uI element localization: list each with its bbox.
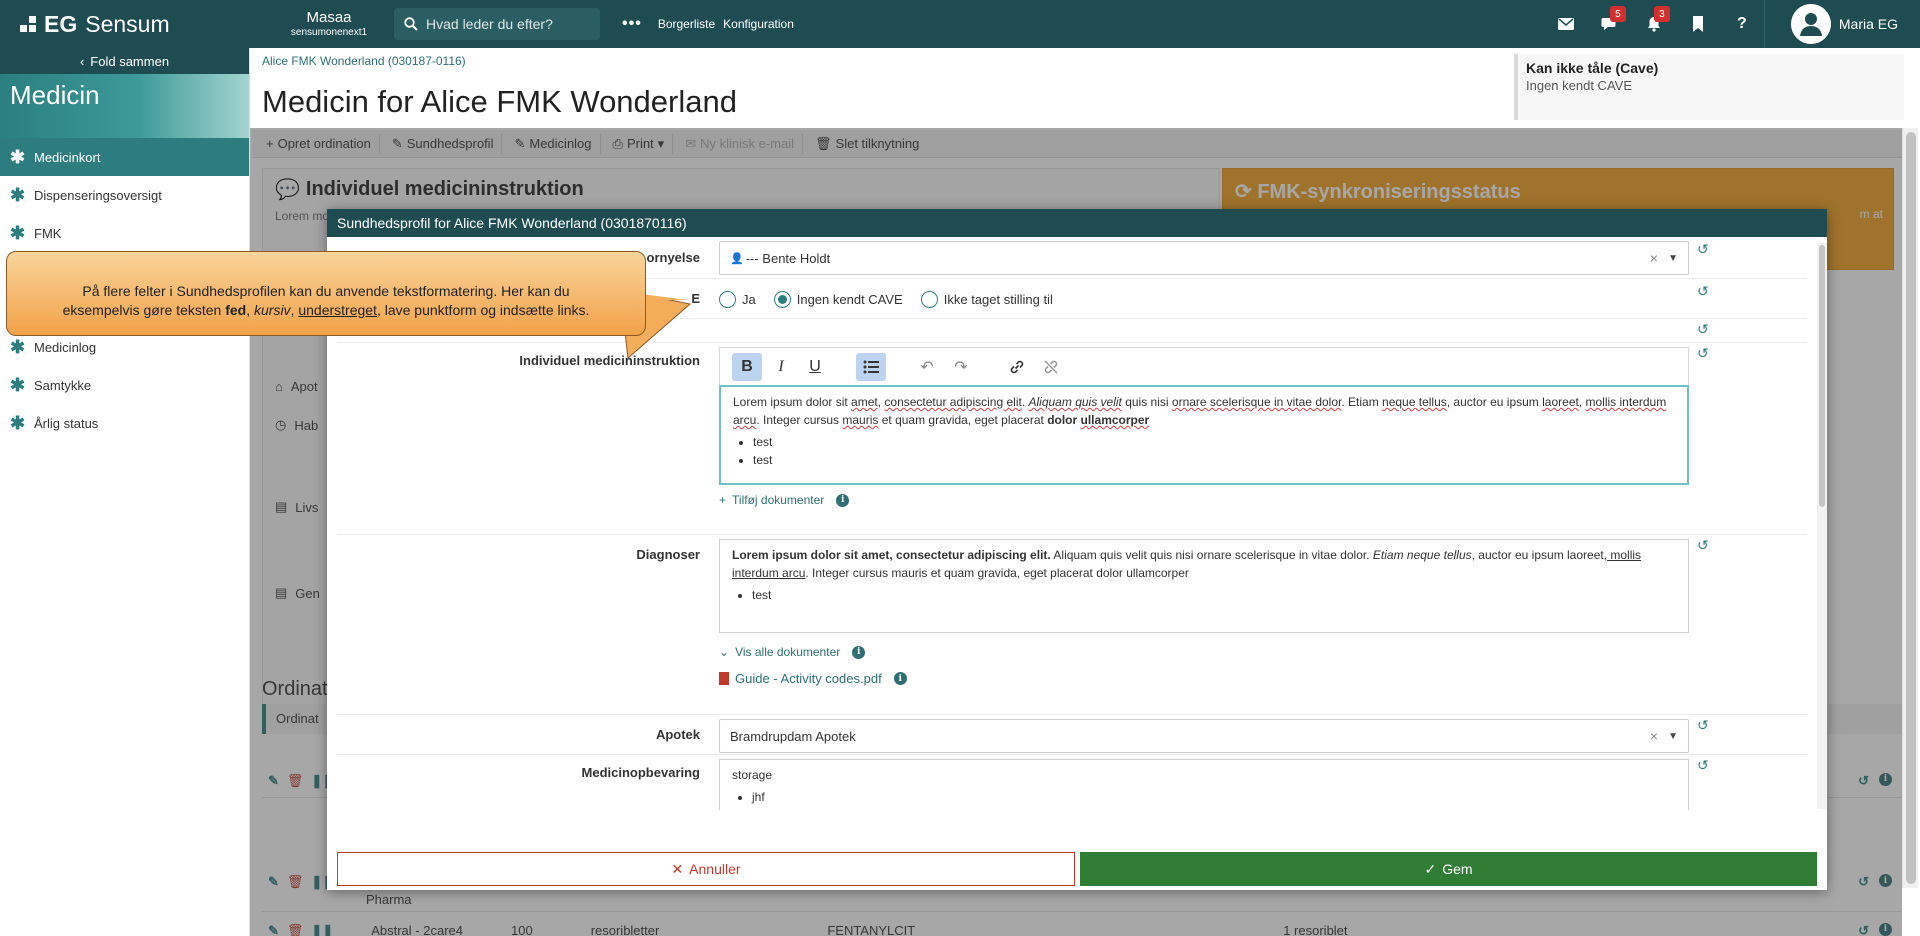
page-scrollbar[interactable] — [1902, 128, 1918, 888]
info-icon[interactable]: i — [836, 493, 850, 507]
bookmark-icon[interactable] — [1676, 0, 1720, 48]
save-label: Gem — [1442, 861, 1473, 877]
redo-button[interactable]: ↷ — [946, 353, 976, 381]
help-icon[interactable]: ? — [1720, 0, 1764, 48]
list-item: test — [753, 433, 1675, 451]
mail-icon[interactable] — [1544, 0, 1588, 48]
list-item: jhf — [752, 788, 1676, 806]
help-callout: På flere felter i Sundhedsprofilen kan d… — [6, 251, 646, 336]
user-name: Maria EG — [1838, 16, 1898, 32]
cave-title: Kan ikke tåle (Cave) — [1526, 60, 1659, 76]
sidebar-item-label: Årlig status — [34, 415, 99, 431]
messages-badge: 5 — [1609, 6, 1626, 22]
storage-text[interactable]: storage jhf jhf — [719, 759, 1689, 810]
history-icon[interactable]: ↺ — [1697, 283, 1709, 300]
cave-value: Ingen kendt CAVE — [1526, 78, 1632, 93]
apotek-row: Apotek Bramdrupdam Apotek × ▼ ↺ — [337, 715, 1807, 755]
show-all-documents-link[interactable]: ⌄ Vis alle dokumenter i — [719, 645, 1689, 659]
diagnoses-label: Diagnoser — [636, 547, 700, 562]
rich-text-toolbar: B I U ↶ ↷ — [719, 347, 1689, 385]
show-docs-label: Vis alle dokumenter — [735, 645, 841, 659]
history-icon[interactable]: ↺ — [1697, 717, 1709, 734]
undo-button[interactable]: ↶ — [912, 353, 942, 381]
list-icon — [863, 360, 879, 373]
modal-footer: ✕ Annuller ✓ Gem — [337, 852, 1817, 886]
radio-label: Ingen kendt CAVE — [796, 291, 903, 307]
user-menu[interactable]: Maria EG — [1763, 0, 1920, 48]
diagnoses-text[interactable]: Lorem ipsum dolor sit amet, consectetur … — [719, 539, 1689, 633]
help-label: ? — [1736, 15, 1747, 32]
apotek-value: Bramdrupdam Apotek — [730, 728, 856, 744]
add-documents-link[interactable]: + Tilføj dokumenter i — [719, 493, 1689, 507]
diagnoses-list: test — [752, 586, 1676, 604]
list-item: test — [753, 451, 1675, 469]
renewal-select[interactable]: 👤 --- Bente Holdt × ▼ — [719, 241, 1689, 275]
cave-box: Kan ikke tåle (Cave) Ingen kendt CAVE — [1514, 54, 1904, 120]
diagnoses-row: Diagnoser Lorem ipsum dolor sit amet, co… — [337, 535, 1807, 715]
radio-ikke-taget-stilling[interactable]: Ikke taget stilling til — [920, 290, 1053, 308]
list-item: test — [752, 586, 1676, 604]
history-icon[interactable]: ↺ — [1697, 321, 1709, 338]
check-icon: ✓ — [1424, 860, 1437, 877]
radio-ingen-kendt-cave[interactable]: Ingen kendt CAVE — [773, 290, 903, 308]
history-icon[interactable]: ↺ — [1697, 537, 1709, 554]
cave-radio-group: Ja Ingen kendt CAVE Ikke taget stilling … — [719, 285, 1689, 313]
storage-row: Medicinopbevaring storage jhf jhf ↺ — [337, 755, 1807, 810]
history-icon[interactable]: ↺ — [1697, 345, 1709, 362]
cancel-button[interactable]: ✕ Annuller — [337, 852, 1075, 886]
underline-button[interactable]: U — [800, 353, 830, 381]
modal-scrollbar[interactable] — [1817, 243, 1827, 809]
bell-icon[interactable]: 3 — [1632, 0, 1676, 48]
clear-icon[interactable]: × — [1650, 728, 1658, 744]
storage-list: jhf jhf — [752, 788, 1676, 810]
modal-scrollbar-thumb[interactable] — [1819, 245, 1825, 507]
pdf-document-link[interactable]: Guide - Activity codes.pdf i — [719, 671, 1689, 686]
chevron-down-icon: ⌄ — [719, 645, 730, 659]
page-scrollbar-thumb[interactable] — [1906, 132, 1916, 884]
storage-label: Medicinopbevaring — [581, 765, 700, 780]
radio-circle[interactable] — [920, 290, 938, 308]
clear-icon[interactable]: × — [1650, 250, 1658, 266]
link-button[interactable] — [1002, 353, 1032, 381]
save-button[interactable]: ✓ Gem — [1080, 852, 1817, 886]
callout-line1: På flere felter i Sundhedsprofilen kan d… — [82, 283, 570, 299]
history-icon[interactable]: ↺ — [1697, 757, 1709, 774]
unlink-icon — [1044, 360, 1058, 373]
info-icon[interactable]: i — [893, 672, 907, 685]
info-icon[interactable]: i — [852, 645, 866, 659]
topbar-actions: 5 3 ? Maria EG — [1544, 0, 1920, 48]
list-item: jhf — [752, 806, 1676, 810]
avatar — [1790, 4, 1831, 44]
caret-down-icon[interactable]: ▼ — [1668, 253, 1678, 264]
radio-label: Ikke taget stilling til — [943, 291, 1053, 307]
notifications-badge: 3 — [1653, 6, 1670, 22]
pdf-icon — [719, 672, 729, 685]
cancel-label: Annuller — [689, 861, 741, 877]
bullet-list-button[interactable] — [856, 352, 886, 381]
caret-down-icon[interactable]: ▼ — [1668, 731, 1678, 742]
messages-icon[interactable]: 5 — [1588, 0, 1632, 48]
plus-icon: + — [719, 493, 727, 507]
apotek-label: Apotek — [655, 727, 700, 742]
pdf-name: Guide - Activity codes.pdf — [735, 671, 882, 686]
asterisk-icon: ✱ — [10, 412, 26, 433]
storage-title: storage — [732, 768, 773, 782]
link-icon — [1010, 360, 1024, 373]
callout-line2: eksempelvis gøre teksten fed, kursiv, un… — [62, 302, 590, 318]
add-docs-label: Tilføj dokumenter — [732, 493, 825, 507]
unlink-button[interactable] — [1036, 353, 1066, 381]
apotek-select[interactable]: Bramdrupdam Apotek × ▼ — [719, 719, 1689, 753]
close-icon: ✕ — [671, 860, 684, 877]
instruction-list: test test — [753, 433, 1675, 469]
sidebar-item-aarlig-status[interactable]: ✱ Årlig status — [0, 404, 249, 442]
instruction-editor[interactable]: Lorem ipsum dolor sit amet, consectetur … — [719, 385, 1689, 485]
history-icon[interactable]: ↺ — [1697, 241, 1709, 258]
